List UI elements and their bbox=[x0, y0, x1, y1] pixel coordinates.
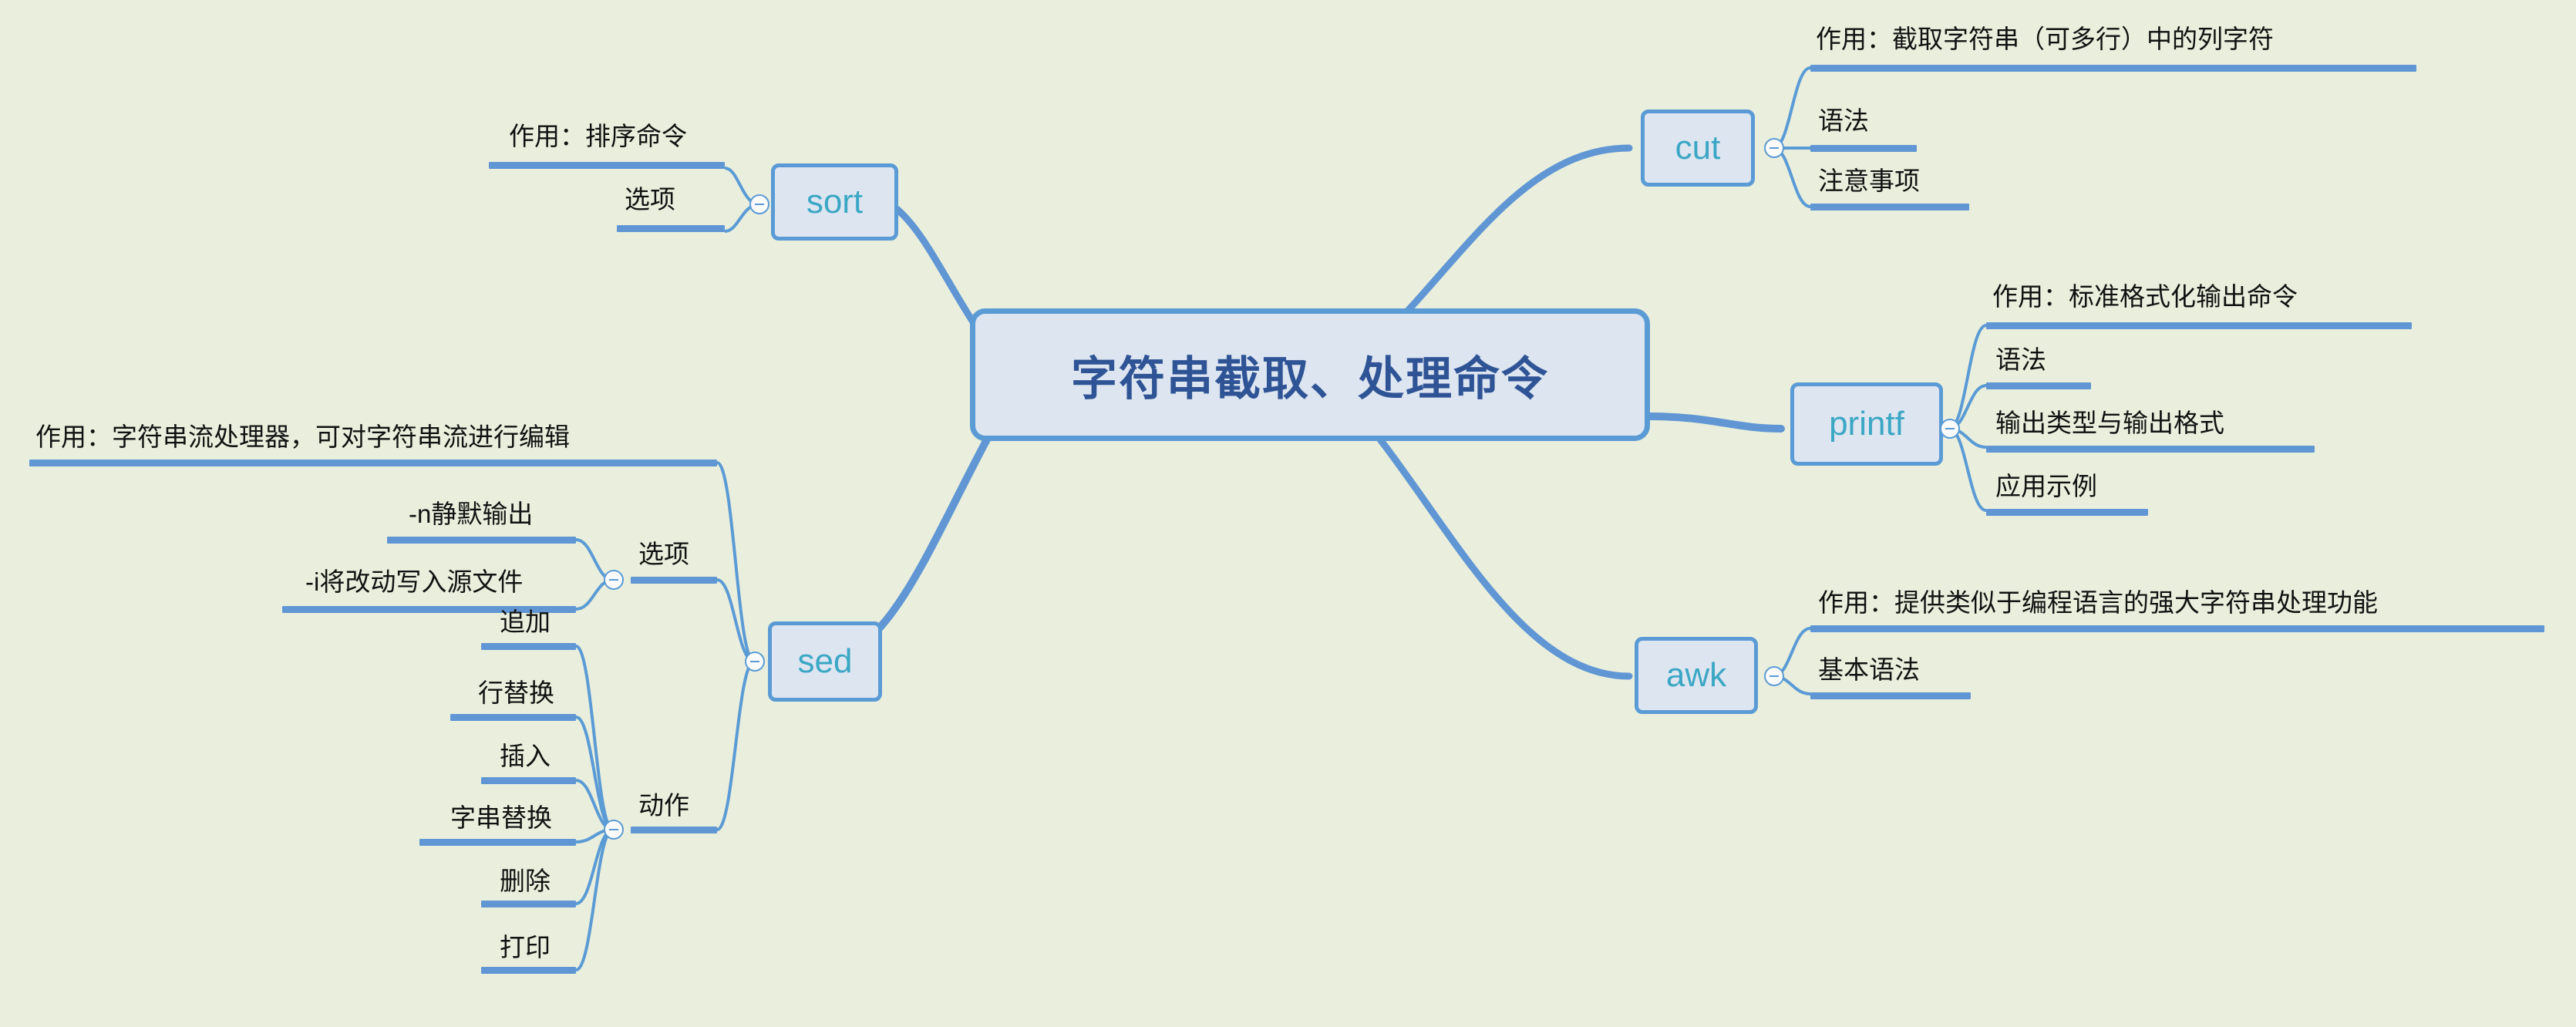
branch-connectors bbox=[574, 66, 1987, 971]
topic-underline-awk-0 bbox=[1810, 625, 2544, 632]
node-sed[interactable]: sed bbox=[768, 621, 882, 702]
node-printf[interactable]: printf bbox=[1790, 382, 1943, 466]
node-awk-label: awk bbox=[1665, 656, 1727, 694]
topic-underline-sed-action-2 bbox=[481, 777, 576, 784]
collapse-minus-icon-sort[interactable] bbox=[749, 194, 769, 214]
topic-sed-action-5[interactable]: 打印 bbox=[500, 934, 551, 960]
collapse-minus-icon-sed-options[interactable] bbox=[604, 570, 624, 590]
topic-sed-option-0[interactable]: -n静默输出 bbox=[409, 501, 533, 527]
node-printf-label: printf bbox=[1829, 405, 1904, 443]
topic-sed-actions[interactable]: 动作 bbox=[638, 793, 689, 818]
topic-sed-action-4[interactable]: 删除 bbox=[500, 868, 551, 894]
collapse-minus-icon-sed[interactable] bbox=[745, 652, 765, 672]
mindmap-canvas: 字符串截取、处理命令 sort 作用：排序命令 选项 cut 作用：截取字符串（… bbox=[0, 0, 2576, 1027]
topic-underline-awk-1 bbox=[1810, 692, 1971, 699]
root-label: 字符串截取、处理命令 bbox=[1071, 352, 1549, 405]
topic-cut-1[interactable]: 语法 bbox=[1818, 108, 1869, 133]
node-awk[interactable]: awk bbox=[1635, 637, 1758, 714]
topic-sed-options[interactable]: 选项 bbox=[638, 541, 689, 567]
topic-printf-0[interactable]: 作用：标准格式化输出命令 bbox=[1992, 284, 2298, 309]
node-cut[interactable]: cut bbox=[1641, 109, 1755, 187]
topic-underline-cut-0 bbox=[1810, 65, 2416, 72]
topic-underline-sed-options bbox=[631, 577, 717, 584]
node-cut-label: cut bbox=[1675, 129, 1721, 167]
node-sed-label: sed bbox=[797, 642, 853, 680]
topic-sed-action-0[interactable]: 追加 bbox=[500, 609, 551, 635]
collapse-minus-icon-awk[interactable] bbox=[1764, 666, 1784, 686]
topic-underline-sed-option-0 bbox=[387, 537, 576, 544]
topic-printf-1[interactable]: 语法 bbox=[1995, 347, 2046, 372]
topic-underline-sort-0 bbox=[489, 162, 725, 169]
topic-underline-sed-action-0 bbox=[481, 643, 576, 650]
topic-underline-cut-1 bbox=[1810, 145, 1917, 152]
topic-awk-0[interactable]: 作用：提供类似于编程语言的强大字符串处理功能 bbox=[1818, 590, 2378, 615]
topic-underline-cut-2 bbox=[1810, 204, 1969, 210]
topic-sort-0[interactable]: 作用：排序命令 bbox=[509, 123, 687, 149]
topic-cut-2[interactable]: 注意事项 bbox=[1818, 168, 1920, 194]
collapse-minus-icon-sed-actions[interactable] bbox=[604, 820, 624, 840]
topic-underline-sed-actions bbox=[631, 827, 717, 833]
topic-underline-printf-3 bbox=[1986, 509, 2148, 516]
topic-sed-action-3[interactable]: 字串替换 bbox=[450, 805, 552, 830]
node-sort[interactable]: sort bbox=[771, 163, 898, 241]
collapse-minus-icon-printf[interactable] bbox=[1940, 419, 1960, 439]
topic-underline-sed-0 bbox=[29, 460, 717, 466]
topic-underline-printf-2 bbox=[1986, 446, 2315, 453]
topic-underline-sed-action-1 bbox=[450, 714, 576, 721]
collapse-minus-icon-cut[interactable] bbox=[1764, 138, 1784, 158]
topic-underline-sed-action-4 bbox=[481, 901, 576, 907]
topic-sed-action-1[interactable]: 行替换 bbox=[478, 680, 554, 705]
topic-cut-0[interactable]: 作用：截取字符串（可多行）中的列字符 bbox=[1816, 26, 2274, 52]
topic-sed-option-1[interactable]: -i将改动写入源文件 bbox=[305, 569, 523, 594]
topic-sed-action-2[interactable]: 插入 bbox=[500, 743, 551, 769]
topic-printf-2[interactable]: 输出类型与输出格式 bbox=[1995, 410, 2224, 436]
topic-underline-printf-1 bbox=[1986, 382, 2091, 389]
topic-underline-sort-1 bbox=[617, 225, 725, 232]
topic-underline-sed-action-5 bbox=[481, 967, 576, 974]
topic-sort-1[interactable]: 选项 bbox=[625, 187, 675, 212]
topic-awk-1[interactable]: 基本语法 bbox=[1818, 657, 1920, 682]
topic-sed-0[interactable]: 作用：字符串流处理器，可对字符串流进行编辑 bbox=[35, 424, 570, 450]
node-sort-label: sort bbox=[806, 183, 864, 221]
topic-underline-sed-action-3 bbox=[419, 839, 576, 846]
root-node[interactable]: 字符串截取、处理命令 bbox=[970, 308, 1650, 441]
topic-underline-printf-0 bbox=[1986, 322, 2412, 329]
topic-printf-3[interactable]: 应用示例 bbox=[1995, 473, 2097, 499]
